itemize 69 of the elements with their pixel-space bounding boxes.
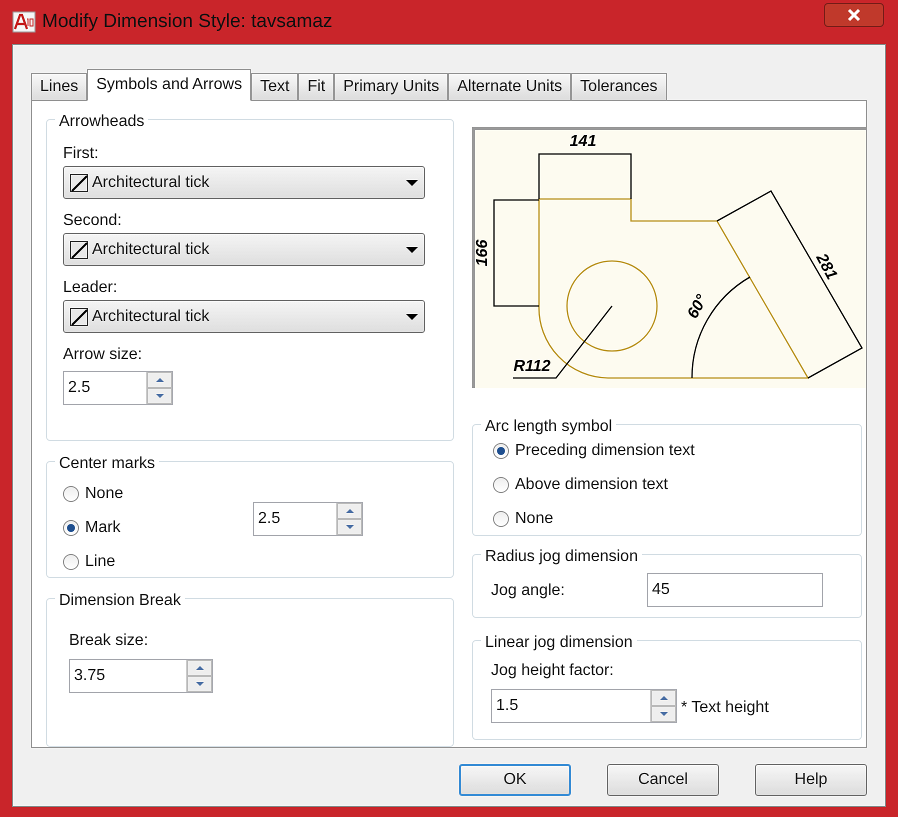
tick-icon	[70, 240, 88, 258]
down-arrow-icon	[344, 522, 354, 531]
dialog-button[interactable]: OK	[459, 764, 571, 796]
close-button[interactable]	[824, 3, 884, 27]
tick-icon	[70, 174, 88, 192]
caret-icon	[406, 314, 418, 320]
down-arrow-icon	[194, 680, 204, 688]
center-mark-size-spinner[interactable]: 2.5	[253, 502, 363, 536]
radio-button[interactable]	[63, 554, 79, 570]
dialog-button[interactable]: Cancel	[607, 764, 719, 796]
jog-angle-field[interactable]: 45	[647, 573, 823, 607]
spin-up-button[interactable]	[187, 660, 212, 676]
field-label: Second:	[63, 211, 123, 231]
field-label: Jog height factor:	[491, 661, 615, 681]
spin-down-button[interactable]	[337, 518, 362, 535]
up-arrow-icon	[154, 376, 164, 384]
down-arrow-icon	[154, 392, 164, 400]
tab[interactable]: Lines	[31, 73, 88, 101]
suffix-label: * Text height	[681, 698, 769, 718]
arrow-size-spinner[interactable]: 2.5	[63, 371, 173, 405]
dialog-button[interactable]: Help	[755, 764, 867, 796]
radio-button[interactable]	[493, 511, 509, 527]
spin-down-button[interactable]	[651, 706, 676, 722]
option-label: Line	[85, 552, 116, 572]
dimension-label: 141	[570, 133, 596, 150]
option-label: None	[515, 509, 554, 529]
jog-height-spinner[interactable]: 1.5	[491, 689, 677, 723]
spin-down-button[interactable]	[147, 388, 172, 404]
radio-button[interactable]	[63, 486, 79, 502]
field-label: Break size:	[69, 630, 150, 651]
dimension-label: 281	[812, 251, 840, 283]
caret-icon	[406, 246, 418, 252]
tab[interactable]: Symbols and Arrows	[87, 69, 252, 101]
option-label: Preceding dimension text	[515, 441, 695, 461]
spin-up-button[interactable]	[651, 690, 676, 706]
tab[interactable]: Fit	[298, 73, 334, 101]
spin-up-button[interactable]	[337, 502, 362, 519]
option-label: Above dimension text	[515, 475, 668, 495]
dropdown[interactable]: Architectural tick	[63, 300, 425, 333]
field-label: First:	[63, 144, 100, 164]
up-arrow-icon	[658, 694, 668, 702]
break-size-spinner[interactable]: 3.75	[69, 658, 213, 693]
tab[interactable]: Primary Units	[334, 73, 448, 101]
spin-down-button[interactable]	[187, 676, 212, 692]
dropdown[interactable]: Architectural tick	[63, 233, 425, 266]
window-title: Modify Dimension Style: tavsamaz	[42, 10, 334, 34]
field-label: Arrow size:	[63, 345, 144, 365]
option-label: None	[85, 484, 124, 504]
spin-up-button[interactable]	[147, 372, 172, 388]
up-arrow-icon	[344, 506, 354, 515]
radio-button[interactable]	[493, 477, 509, 493]
radio-button[interactable]	[63, 520, 79, 536]
up-arrow-icon	[194, 664, 204, 672]
field-label: Leader:	[63, 278, 118, 298]
radio-button[interactable]	[493, 443, 509, 459]
dimension-label: 60°	[684, 292, 711, 322]
tab[interactable]: Tolerances	[571, 73, 667, 101]
option-label: Mark	[85, 518, 121, 538]
app-logo-icon	[12, 11, 36, 33]
tab[interactable]: Text	[251, 73, 298, 101]
tab[interactable]: Alternate Units	[448, 73, 572, 101]
caret-icon	[406, 180, 418, 186]
field-label: Jog angle:	[491, 581, 566, 601]
close-icon	[847, 8, 861, 22]
dimension-label: R112	[513, 358, 551, 376]
tick-icon	[70, 308, 88, 326]
dimension-label: 166	[475, 240, 492, 266]
dropdown[interactable]: Architectural tick	[63, 166, 425, 199]
down-arrow-icon	[658, 710, 668, 718]
